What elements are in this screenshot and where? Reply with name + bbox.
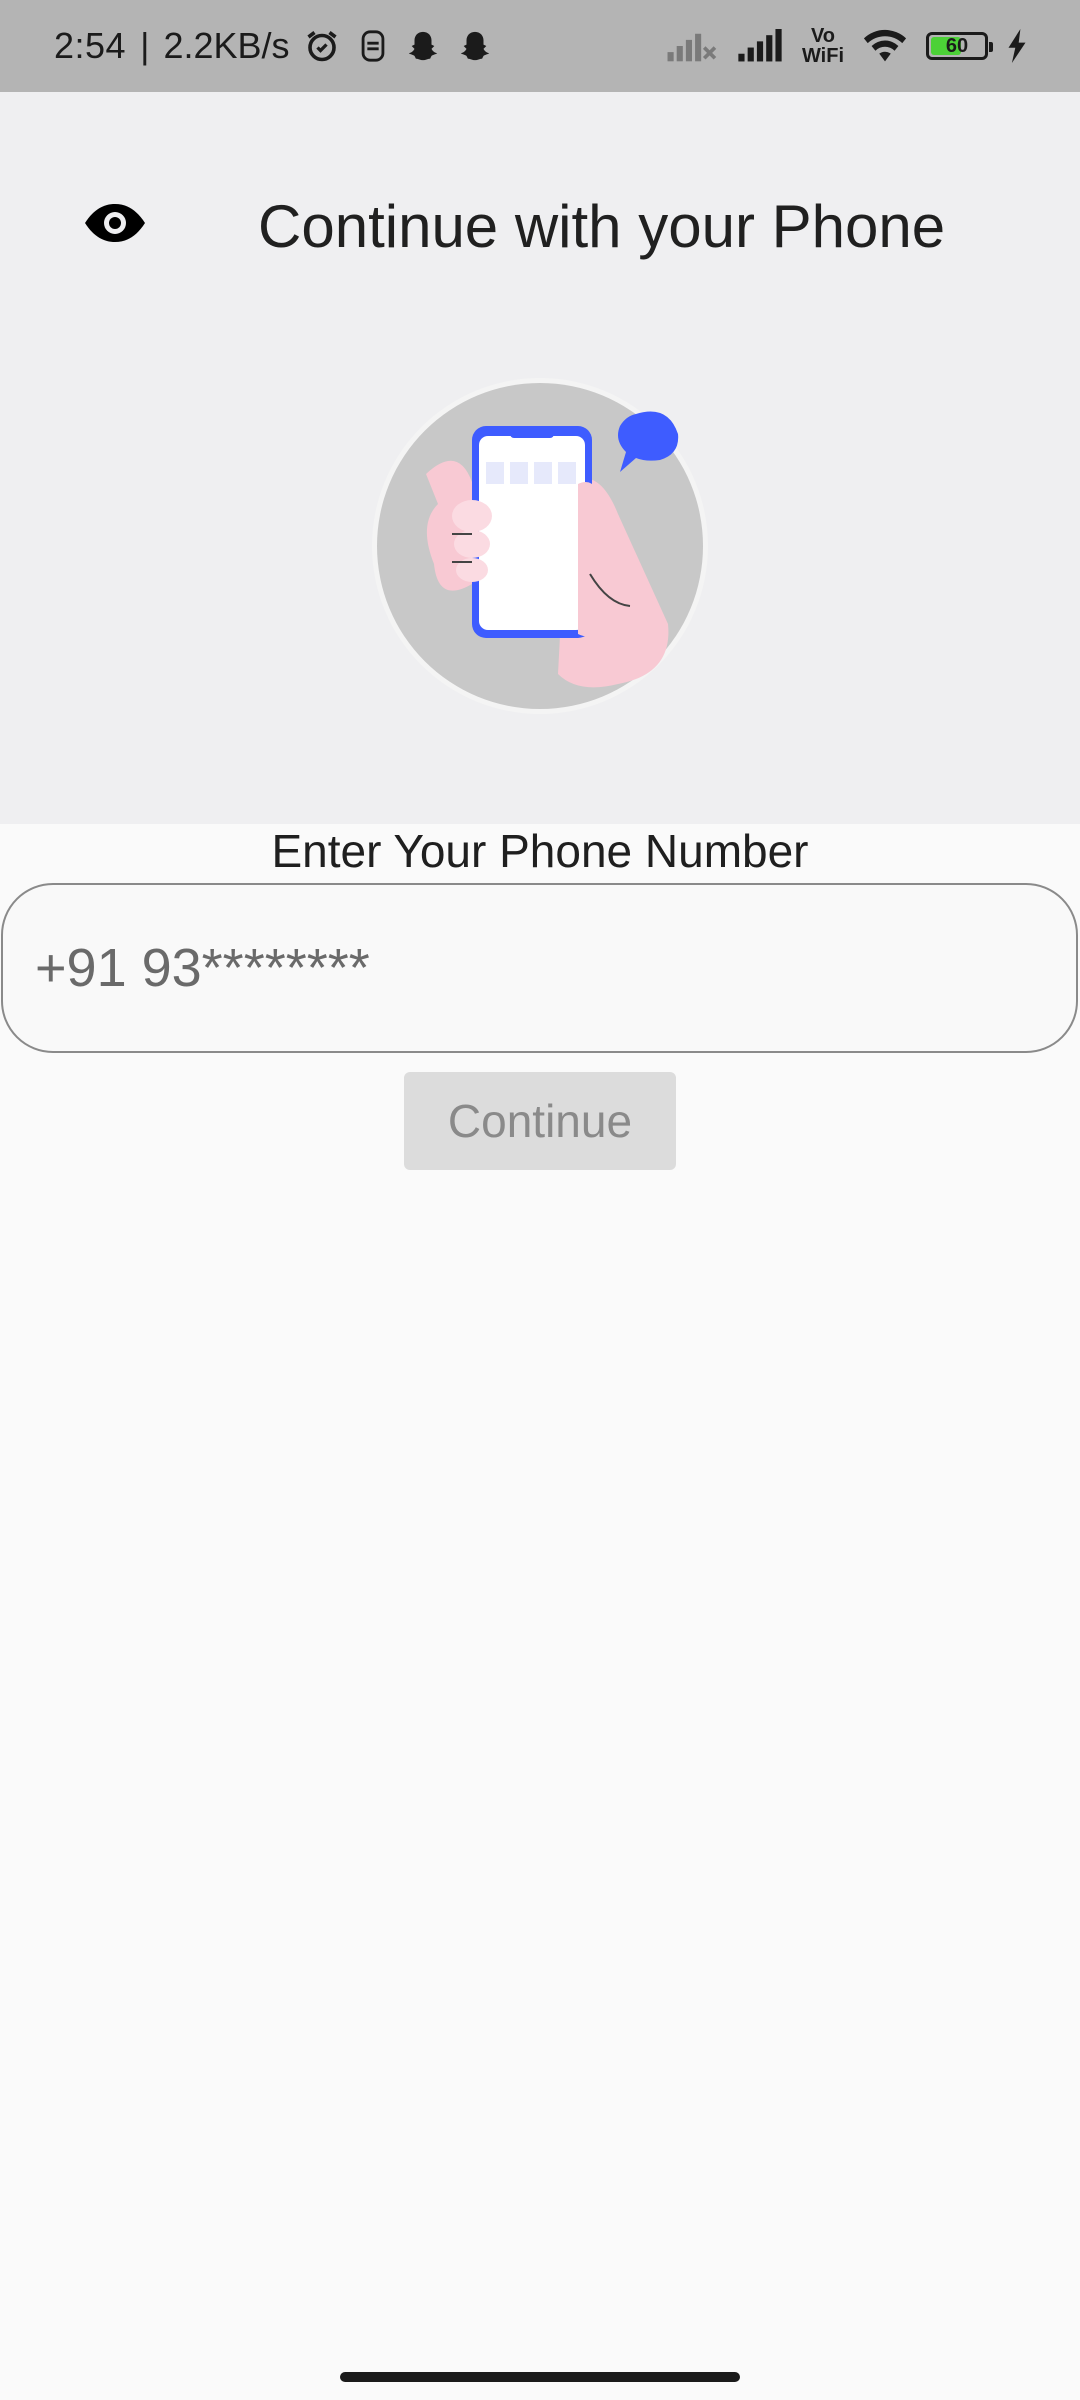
signal-icon: [738, 29, 782, 62]
snapchat-icon: [460, 31, 489, 61]
status-left: 2:54 | 2.2KB/s: [54, 25, 492, 67]
vowifi-line1: Vo: [810, 25, 836, 47]
vowifi-indicator: Vo WiFi: [802, 26, 844, 66]
phone-number-input[interactable]: [33, 936, 1076, 1000]
network-speed: 2.2KB/s: [163, 25, 290, 66]
snapchat-icon: [408, 31, 437, 61]
alarm-icon: [306, 31, 337, 62]
status-bar: 2:54 | 2.2KB/s Vo WiFi 60: [0, 0, 1080, 92]
page-title: Continue with your Phone: [258, 193, 946, 260]
battery-level: 60: [945, 34, 969, 57]
vowifi-line2: WiFi: [801, 45, 844, 67]
notification-icon: [361, 30, 384, 62]
status-notification-icons: [304, 28, 492, 64]
eye-icon[interactable]: [82, 200, 148, 246]
charging-icon: [1008, 29, 1026, 63]
phone-number-field[interactable]: [1, 883, 1078, 1053]
status-separator: |: [140, 25, 150, 66]
hand-holding-phone-illustration: [372, 378, 708, 714]
wifi-icon: [863, 29, 907, 62]
phone-number-label: Enter Your Phone Number: [271, 825, 809, 877]
continue-button[interactable]: Continue: [404, 1072, 676, 1170]
status-time: 2:54: [54, 25, 127, 66]
header: Continue with your Phone: [0, 92, 1080, 824]
signal-off-icon: [667, 33, 717, 62]
status-right: Vo WiFi 60: [666, 26, 1028, 66]
home-indicator[interactable]: [340, 2372, 740, 2382]
battery-icon: 60: [926, 32, 993, 60]
